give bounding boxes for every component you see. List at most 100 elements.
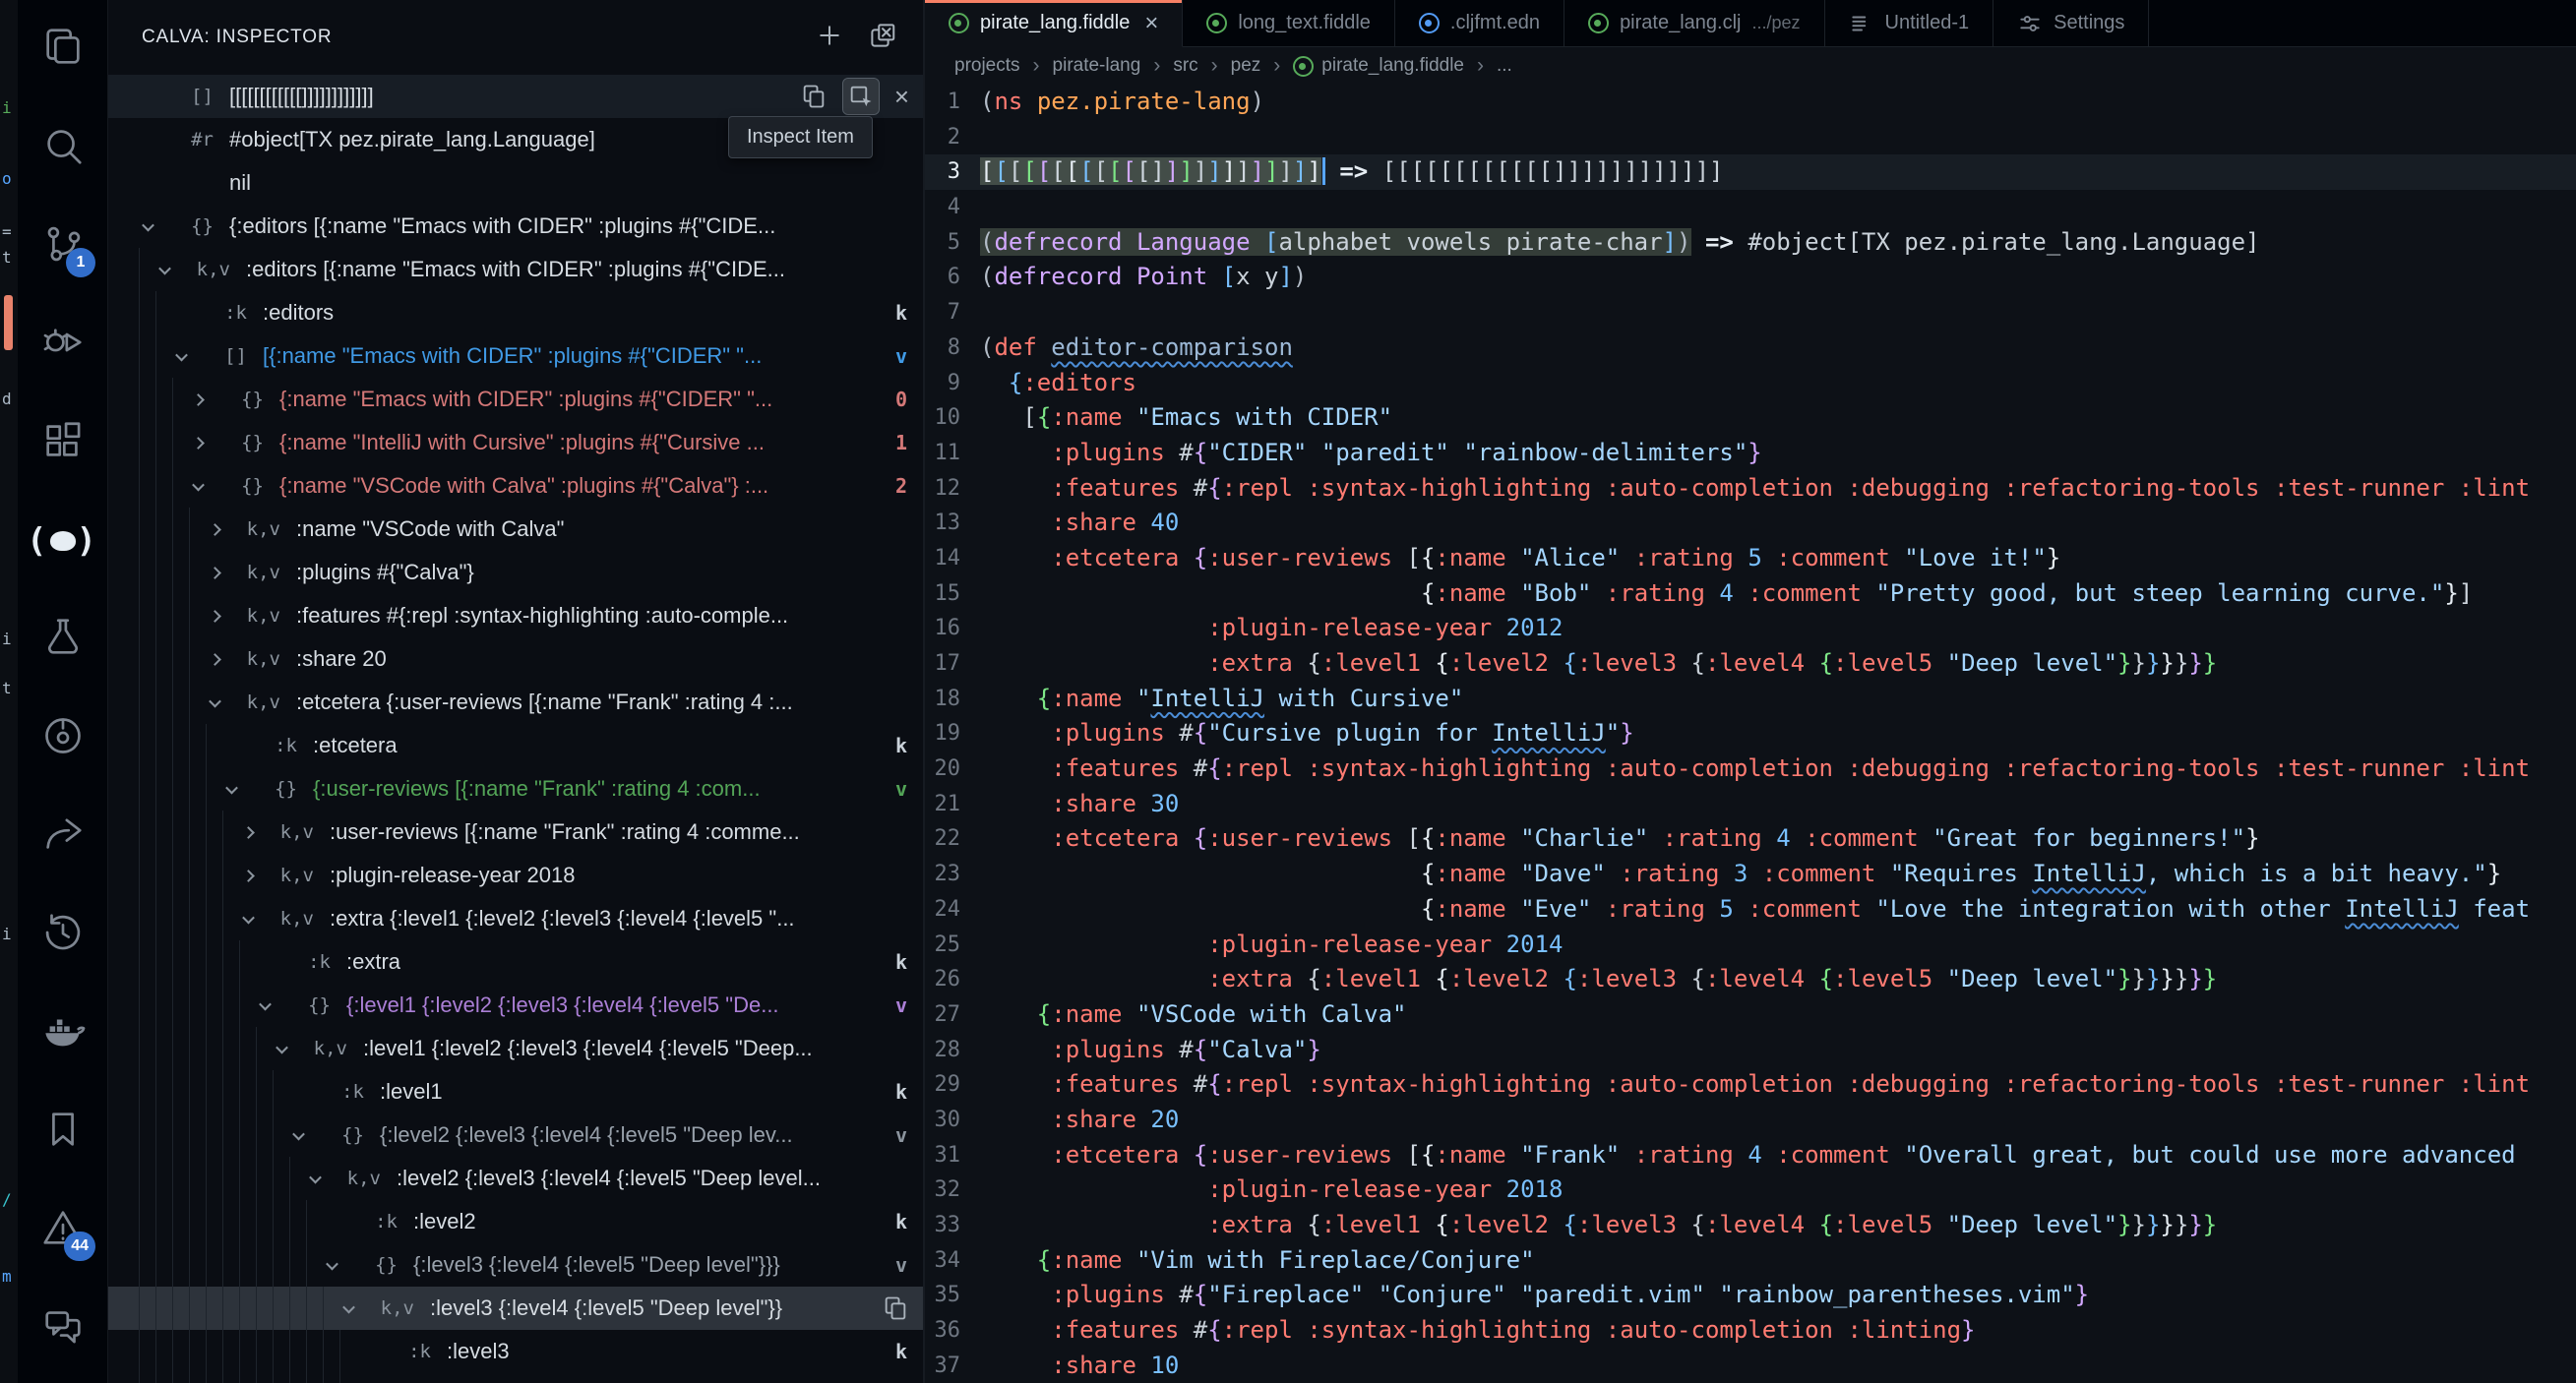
tree-row[interactable]: k,v:level1 {:level2 {:level3 {:level4 {:… (108, 1027, 923, 1070)
code-line[interactable]: 15 {:name "Bob" :rating 4 :comment "Pret… (925, 576, 2576, 612)
activity-item-explorer[interactable] (18, 0, 107, 98)
code-line[interactable]: 14 :etcetera {:user-reviews [{:name "Ali… (925, 541, 2576, 576)
code-line[interactable]: 28 :plugins #{"Calva"} (925, 1033, 2576, 1068)
code-line[interactable]: 1 (ns pez.pirate-lang) (925, 85, 2576, 120)
chevron-right-icon[interactable] (235, 825, 261, 839)
chevron-right-icon[interactable] (202, 566, 227, 579)
tree-row[interactable]: {} {:level1 {:level2 {:level3 {:level4 {:… (108, 984, 923, 1027)
tab--cljfmt-edn[interactable]: .cljfmt.edn (1394, 0, 1565, 47)
chevron-down-icon[interactable] (152, 262, 177, 274)
breadcrumb-item[interactable]: pirate_lang.fiddle (1293, 55, 1464, 77)
tree-row[interactable]: k,v:level3 {:level4 {:level5 "Deep level… (108, 1287, 923, 1330)
code-line[interactable]: 36 :features #{:repl :syntax-highlightin… (925, 1313, 2576, 1349)
add-icon[interactable] (815, 21, 844, 55)
activity-item-extensions[interactable] (18, 393, 107, 492)
tab-untitled-1[interactable]: Untitled-1 (1824, 0, 1994, 47)
code-line[interactable]: 13 :share 40 (925, 506, 2576, 541)
code-line[interactable]: 35 :plugins #{"Fireplace" "Conjure" "par… (925, 1278, 2576, 1313)
tree-row[interactable]: k,v:user-reviews [{:name "Frank" :rating… (108, 811, 923, 854)
tree-row[interactable]: :k:level2 k (108, 1200, 923, 1243)
chevron-down-icon[interactable] (202, 694, 227, 707)
chevron-right-icon[interactable] (202, 522, 227, 536)
breadcrumb-item[interactable]: pirate-lang (1053, 55, 1141, 77)
tree-row[interactable]: {} {:user-reviews [{:name "Frank" :rating… (108, 767, 923, 811)
tab-long-text-fiddle[interactable]: long_text.fiddle (1183, 0, 1395, 47)
chevron-right-icon[interactable] (235, 869, 261, 882)
chevron-right-icon[interactable] (185, 436, 211, 450)
code-line[interactable]: 8 (def editor-comparison (925, 331, 2576, 366)
code-line[interactable]: 34 {:name "Vim with Fireplace/Conjure" (925, 1243, 2576, 1279)
activity-item-run-and-debug[interactable] (18, 295, 107, 393)
code-line[interactable]: 37 :share 10 (925, 1349, 2576, 1383)
close-icon[interactable]: × (890, 80, 913, 113)
code-line[interactable]: 22 :etcetera {:user-reviews [{:name "Cha… (925, 821, 2576, 857)
tree-row[interactable]: {} {:name "IntelliJ with Cursive" :plugin… (108, 421, 923, 464)
chevron-down-icon[interactable] (302, 1171, 328, 1183)
code-line[interactable]: 12 :features #{:repl :syntax-highlightin… (925, 471, 2576, 507)
inspect-icon[interactable] (841, 78, 880, 115)
code-line[interactable]: 21 :share 30 (925, 787, 2576, 822)
chevron-down-icon[interactable] (285, 1127, 311, 1140)
chevron-right-icon[interactable] (185, 392, 211, 406)
breadcrumb-item[interactable]: projects (954, 55, 1020, 77)
code-line[interactable]: 33 :extra {:level1 {:level2 {:level3 {:l… (925, 1208, 2576, 1243)
chevron-down-icon[interactable] (336, 1300, 361, 1313)
code-line[interactable]: 23 {:name "Dave" :rating 3 :comment "Req… (925, 857, 2576, 892)
code-area[interactable]: 1 (ns pez.pirate-lang) 2 3[[[[[[[[[[[[]]]]]… (925, 85, 2576, 1383)
activity-item-live-share[interactable] (18, 787, 107, 885)
tree-row[interactable]: {} {:editors [{:name "Emacs with CIDER" :… (108, 205, 923, 248)
tree-row[interactable]: k,v:plugins #{"Calva"} (108, 551, 923, 594)
code-line[interactable]: 18 {:name "IntelliJ with Cursive" (925, 682, 2576, 717)
copy-icon[interactable] (878, 1291, 913, 1326)
tree-row[interactable]: {} {:name "Emacs with CIDER" :plugins #{"… (108, 378, 923, 421)
code-line[interactable]: 29 :features #{:repl :syntax-highlightin… (925, 1067, 2576, 1103)
tree-row[interactable]: [] [[[[[[[[[[[[]]]]]]]]]]]] × (108, 75, 923, 118)
chevron-down-icon[interactable] (185, 478, 211, 491)
code-line[interactable]: 24 {:name "Eve" :rating 5 :comment "Love… (925, 892, 2576, 928)
activity-item-search[interactable] (18, 98, 107, 197)
tree-row[interactable]: {} {:name "VSCode with Calva" :plugins #{… (108, 464, 923, 508)
code-line[interactable]: 4 (925, 190, 2576, 225)
code-line[interactable]: 25 :plugin-release-year 2014 (925, 928, 2576, 963)
tab-settings[interactable]: Settings (1993, 0, 2150, 47)
tree-row[interactable]: :k:extra k (108, 940, 923, 984)
code-line[interactable]: 9 {:editors (925, 366, 2576, 401)
chevron-down-icon[interactable] (168, 348, 194, 361)
tree-row[interactable]: k,v:name "VSCode with Calva" (108, 508, 923, 551)
code-line[interactable]: 11 :plugins #{"CIDER" "paredit" "rainbow… (925, 436, 2576, 471)
code-line[interactable]: 20 :features #{:repl :syntax-highlightin… (925, 752, 2576, 787)
chevron-down-icon[interactable] (252, 997, 277, 1010)
tab-pirate-lang-fiddle[interactable]: pirate_lang.fiddle × (925, 0, 1184, 47)
tree-row[interactable]: :k:level1 k (108, 1070, 923, 1113)
code-line[interactable]: 17 :extra {:level1 {:level2 {:level3 {:l… (925, 646, 2576, 682)
chevron-right-icon[interactable] (202, 609, 227, 623)
activity-item-timeline[interactable] (18, 885, 107, 984)
breadcrumb-item[interactable]: ... (1497, 55, 1512, 77)
code-line[interactable]: 5 (defrecord Language [alphabet vowels pi… (925, 225, 2576, 261)
code-line[interactable]: 30 :share 20 (925, 1103, 2576, 1138)
tree-row[interactable]: k,v:extra {:level1 {:level2 {:level3 {:l… (108, 897, 923, 940)
code-line[interactable]: 7 (925, 295, 2576, 331)
tree-row[interactable]: :k:level3 k (108, 1330, 923, 1373)
tree-row[interactable]: k,v:plugin-release-year 2018 (108, 854, 923, 897)
activity-item-calva[interactable]: () (18, 492, 107, 590)
tree-row[interactable]: {} {:level3 {:level4 {:level5 "Deep level… (108, 1243, 923, 1287)
chevron-right-icon[interactable] (202, 652, 227, 666)
chevron-down-icon[interactable] (218, 781, 244, 794)
chevron-down-icon[interactable] (319, 1257, 344, 1270)
code-line[interactable]: 31 :etcetera {:user-reviews [{:name "Fra… (925, 1138, 2576, 1173)
code-line[interactable]: 16 :plugin-release-year 2012 (925, 611, 2576, 646)
code-line[interactable]: 6 (defrecord Point [x y]) (925, 260, 2576, 295)
tree-row[interactable]: {} {:level2 {:level3 {:level4 {:level5 "D… (108, 1113, 923, 1157)
code-line[interactable]: 3[[[[[[[[[[[[]]]]]]]]]]]] => [[[[[[[[[[[… (925, 154, 2576, 191)
tree-row[interactable]: [] [{:name "Emacs with CIDER" :plugins #{… (108, 334, 923, 378)
code-line[interactable]: 32 :plugin-release-year 2018 (925, 1173, 2576, 1208)
tree-row[interactable]: :k:etcetera k (108, 724, 923, 767)
activity-item-bookmarks[interactable] (18, 1082, 107, 1180)
clear-all-icon[interactable] (868, 21, 897, 55)
code-line[interactable]: 10 [{:name "Emacs with CIDER" (925, 400, 2576, 436)
code-line[interactable]: 2 (925, 120, 2576, 155)
tree-row[interactable]: :k:editors k (108, 291, 923, 334)
code-line[interactable]: 19 :plugins #{"Cursive plugin for Intell… (925, 716, 2576, 752)
activity-item-gitlens[interactable] (18, 689, 107, 787)
